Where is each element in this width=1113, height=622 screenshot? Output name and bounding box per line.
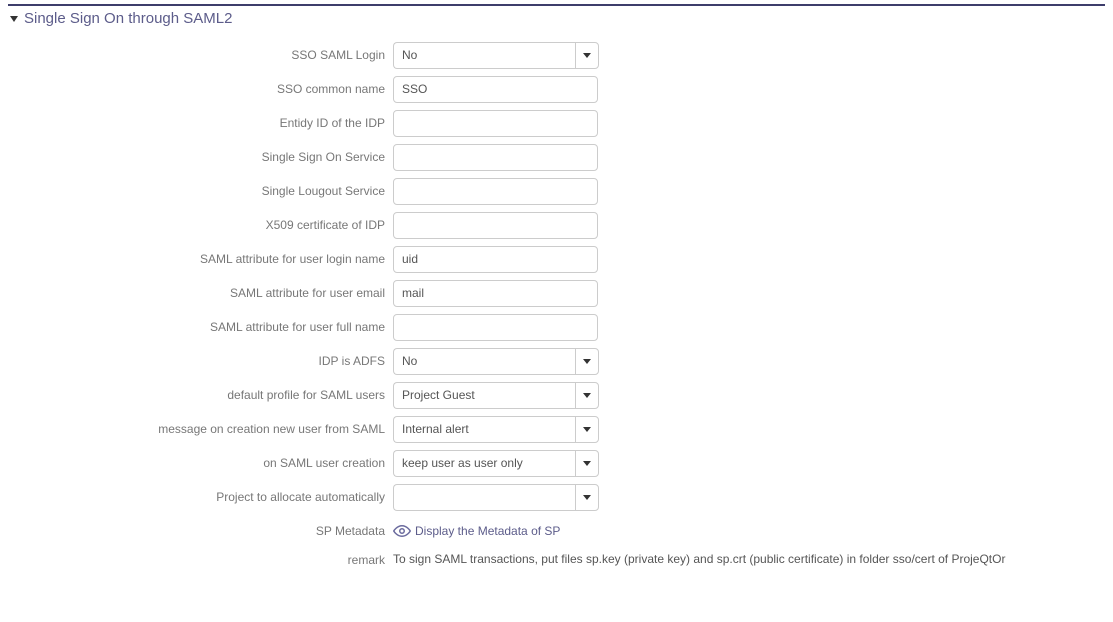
eye-icon [393, 522, 411, 540]
section-header[interactable]: Single Sign On through SAML2 [8, 4, 1105, 35]
default-profile-dropdown-btn[interactable] [575, 382, 599, 409]
chevron-down-icon [583, 53, 591, 58]
x509-input[interactable] [393, 212, 598, 239]
common-name-label: SSO common name [8, 82, 393, 96]
sso-service-input[interactable] [393, 144, 598, 171]
sso-service-label: Single Sign On Service [8, 150, 393, 164]
chevron-down-icon [583, 359, 591, 364]
auto-project-value [393, 484, 575, 511]
on-creation-label: on SAML user creation [8, 456, 393, 470]
creation-msg-dropdown-btn[interactable] [575, 416, 599, 443]
sso-login-select[interactable]: No [393, 42, 599, 69]
remark-label: remark [8, 551, 393, 567]
auto-project-select[interactable] [393, 484, 599, 511]
slo-service-input[interactable] [393, 178, 598, 205]
common-name-input[interactable] [393, 76, 598, 103]
on-creation-dropdown-btn[interactable] [575, 450, 599, 477]
attr-login-input[interactable] [393, 246, 598, 273]
auto-project-dropdown-btn[interactable] [575, 484, 599, 511]
adfs-value: No [393, 348, 575, 375]
entity-id-input[interactable] [393, 110, 598, 137]
adfs-select[interactable]: No [393, 348, 599, 375]
default-profile-select[interactable]: Project Guest [393, 382, 599, 409]
attr-fullname-label: SAML attribute for user full name [8, 320, 393, 334]
section-title: Single Sign On through SAML2 [24, 10, 232, 27]
x509-label: X509 certificate of IDP [8, 218, 393, 232]
remark-text: To sign SAML transactions, put files sp.… [393, 551, 1093, 568]
adfs-label: IDP is ADFS [8, 354, 393, 368]
creation-msg-select[interactable]: Internal alert [393, 416, 599, 443]
attr-login-label: SAML attribute for user login name [8, 252, 393, 266]
default-profile-value: Project Guest [393, 382, 575, 409]
entity-id-label: Entidy ID of the IDP [8, 116, 393, 130]
creation-msg-value: Internal alert [393, 416, 575, 443]
metadata-link-text: Display the Metadata of SP [415, 524, 560, 538]
on-creation-value: keep user as user only [393, 450, 575, 477]
adfs-dropdown-btn[interactable] [575, 348, 599, 375]
slo-service-label: Single Lougout Service [8, 184, 393, 198]
chevron-down-icon [583, 393, 591, 398]
creation-msg-label: message on creation new user from SAML [8, 422, 393, 436]
default-profile-label: default profile for SAML users [8, 388, 393, 402]
metadata-link[interactable]: Display the Metadata of SP [393, 522, 560, 540]
sso-login-label: SSO SAML Login [8, 48, 393, 62]
metadata-label: SP Metadata [8, 524, 393, 538]
on-creation-select[interactable]: keep user as user only [393, 450, 599, 477]
attr-email-input[interactable] [393, 280, 598, 307]
sso-login-value: No [393, 42, 575, 69]
chevron-down-icon [583, 495, 591, 500]
auto-project-label: Project to allocate automatically [8, 490, 393, 504]
chevron-down-icon [583, 461, 591, 466]
sso-login-dropdown-btn[interactable] [575, 42, 599, 69]
disclosure-triangle-icon [10, 16, 18, 22]
attr-fullname-input[interactable] [393, 314, 598, 341]
attr-email-label: SAML attribute for user email [8, 286, 393, 300]
chevron-down-icon [583, 427, 591, 432]
